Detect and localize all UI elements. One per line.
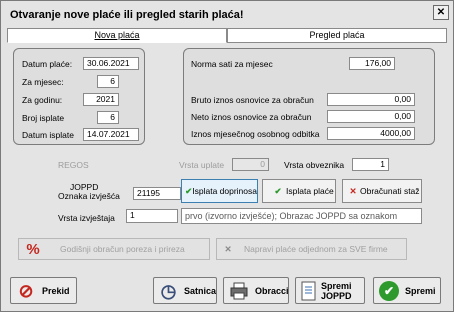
button-label: Isplata doprinosa bbox=[192, 186, 257, 196]
cross-icon: ✕ bbox=[224, 243, 232, 254]
check-icon: ✔ bbox=[185, 185, 193, 196]
norma-field[interactable]: 176,00 bbox=[349, 57, 395, 70]
vrsta-obveznika-label: Vrsta obveznika bbox=[284, 160, 345, 170]
broj-isplate-label: Broj isplate bbox=[22, 113, 65, 123]
satnica-button[interactable]: ◷ Satnica bbox=[153, 277, 217, 304]
obracunati-staz-button[interactable]: ✕ Obračunati staž bbox=[342, 179, 422, 203]
tab-bar: Nova plaća Pregled plaća bbox=[7, 28, 447, 43]
check-icon: ✔ bbox=[379, 280, 399, 301]
button-label: Isplata plaće bbox=[286, 186, 334, 196]
spremi-joppd-button[interactable]: Spremi JOPPD bbox=[295, 277, 365, 304]
oznaka-izvjesca-label: Oznaka izvješća bbox=[58, 191, 120, 201]
prekid-button[interactable]: ⊘ Prekid bbox=[10, 277, 77, 304]
datum-place-field[interactable]: 30.06.2021 bbox=[83, 57, 139, 70]
vrsta-izvjestaja-description: prvo (izvorno izvješće); Obrazac JOPPD s… bbox=[181, 208, 422, 224]
button-label: Prekid bbox=[42, 285, 70, 296]
vrsta-obveznika-field[interactable]: 1 bbox=[352, 158, 389, 171]
broj-isplate-field[interactable]: 6 bbox=[97, 111, 119, 124]
neto-field[interactable]: 0,00 bbox=[327, 110, 415, 123]
odbitak-field[interactable]: 4000,00 bbox=[327, 127, 415, 140]
document-icon bbox=[300, 281, 318, 301]
tab-label: Nova plaća bbox=[94, 30, 140, 40]
dialog-window: Otvaranje nove plaće ili pregled starih … bbox=[0, 0, 454, 312]
napravi-place-button[interactable]: ✕ Napravi plaće odjednom za SVE firme bbox=[216, 238, 407, 260]
isplata-doprinosa-button[interactable]: ✔ Isplata doprinosa bbox=[181, 179, 258, 203]
printer-icon bbox=[229, 281, 249, 301]
obracci-button[interactable]: Obracci bbox=[223, 277, 289, 304]
spremi-button[interactable]: ✔ Spremi bbox=[373, 277, 441, 304]
isplata-place-button[interactable]: ✔ Isplata plaće bbox=[262, 179, 336, 203]
button-label: Napravi plaće odjednom za SVE firme bbox=[244, 244, 388, 254]
stop-icon: ⊘ bbox=[18, 280, 34, 301]
bruto-field[interactable]: 0,00 bbox=[327, 93, 415, 106]
check-icon: ✔ bbox=[274, 185, 282, 196]
window-title: Otvaranje nove plaće ili pregled starih … bbox=[10, 9, 244, 21]
button-label: Obracci bbox=[255, 285, 289, 296]
norma-label: Norma sati za mjesec bbox=[191, 59, 273, 69]
close-button[interactable]: ✕ bbox=[433, 5, 449, 20]
neto-label: Neto iznos osnovice za obračun bbox=[191, 112, 312, 122]
regos-label: REGOS bbox=[58, 160, 89, 170]
button-label: Godišnji obračun poreza i prireza bbox=[60, 244, 185, 254]
button-label: Spremi JOPPD bbox=[321, 280, 352, 301]
za-mjesec-field[interactable]: 6 bbox=[97, 75, 119, 88]
vrsta-uplate-label: Vrsta uplate bbox=[179, 160, 225, 170]
tab-pregled-placa[interactable]: Pregled plaća bbox=[227, 28, 447, 43]
vrsta-izvjestaja-label: Vrsta izvještaja bbox=[58, 213, 115, 223]
cross-icon: ✕ bbox=[349, 185, 357, 196]
datum-isplate-field[interactable]: 14.07.2021 bbox=[83, 128, 139, 141]
tab-nova-placa[interactable]: Nova plaća bbox=[7, 28, 227, 43]
oznaka-izvjesca-field[interactable]: 21195 bbox=[133, 187, 181, 200]
bruto-label: Bruto iznos osnovice za obračun bbox=[191, 95, 314, 105]
percent-icon: % bbox=[26, 240, 40, 258]
button-label: Satnica bbox=[183, 285, 216, 296]
tab-label: Pregled plaća bbox=[309, 30, 365, 40]
button-label: Spremi bbox=[405, 285, 436, 296]
za-mjesec-label: Za mjesec: bbox=[22, 77, 64, 87]
za-godinu-field[interactable]: 2021 bbox=[83, 93, 119, 106]
godisnji-obracun-button[interactable]: % Godišnji obračun poreza i prireza bbox=[18, 238, 210, 260]
za-godinu-label: Za godinu: bbox=[22, 95, 63, 105]
clock-icon: ◷ bbox=[160, 280, 177, 301]
datum-place-label: Datum plaće: bbox=[22, 59, 73, 69]
vrsta-izvjestaja-field[interactable]: 1 bbox=[126, 209, 178, 223]
button-label: Obračunati staž bbox=[360, 186, 420, 196]
vrsta-uplate-field[interactable]: 0 bbox=[232, 158, 269, 171]
datum-isplate-label: Datum isplate bbox=[22, 130, 74, 140]
odbitak-label: Iznos mjesečnog osobnog odbitka bbox=[191, 129, 320, 139]
